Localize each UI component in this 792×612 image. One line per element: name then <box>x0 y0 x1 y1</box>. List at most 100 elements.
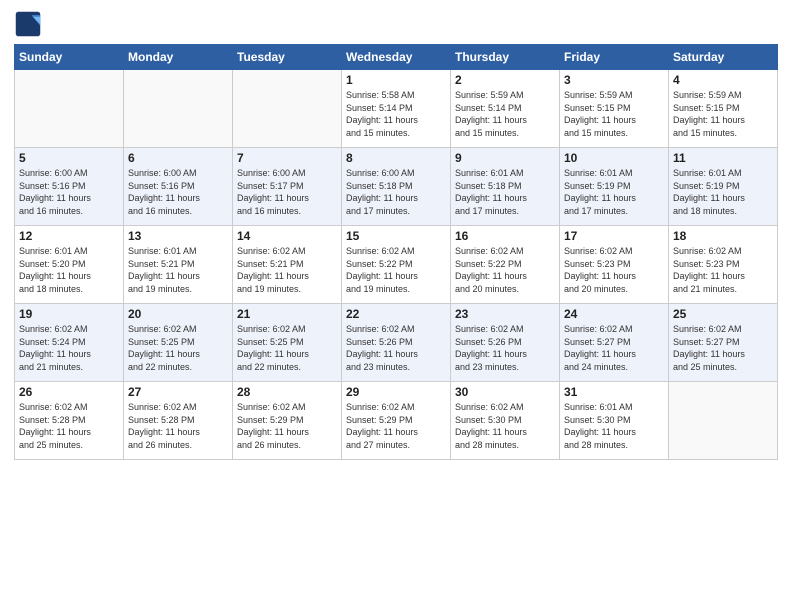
day-number: 22 <box>346 307 446 321</box>
day-info: Sunrise: 6:00 AM Sunset: 5:17 PM Dayligh… <box>237 167 337 217</box>
day-number: 2 <box>455 73 555 87</box>
day-number: 7 <box>237 151 337 165</box>
dow-sunday: Sunday <box>15 45 124 70</box>
day-number: 6 <box>128 151 228 165</box>
day-info: Sunrise: 6:00 AM Sunset: 5:16 PM Dayligh… <box>19 167 119 217</box>
calendar-cell: 7 Sunrise: 6:00 AM Sunset: 5:17 PM Daylig… <box>233 148 342 226</box>
day-info: Sunrise: 6:02 AM Sunset: 5:25 PM Dayligh… <box>128 323 228 373</box>
calendar-cell: 30 Sunrise: 6:02 AM Sunset: 5:30 PM Dayli… <box>451 382 560 460</box>
day-number: 29 <box>346 385 446 399</box>
day-info: Sunrise: 6:02 AM Sunset: 5:21 PM Dayligh… <box>237 245 337 295</box>
day-info: Sunrise: 6:02 AM Sunset: 5:27 PM Dayligh… <box>673 323 773 373</box>
day-info: Sunrise: 6:02 AM Sunset: 5:22 PM Dayligh… <box>455 245 555 295</box>
dow-thursday: Thursday <box>451 45 560 70</box>
calendar-cell: 16 Sunrise: 6:02 AM Sunset: 5:22 PM Dayli… <box>451 226 560 304</box>
day-info: Sunrise: 6:02 AM Sunset: 5:22 PM Dayligh… <box>346 245 446 295</box>
day-number: 31 <box>564 385 664 399</box>
header <box>14 10 778 38</box>
day-info: Sunrise: 6:00 AM Sunset: 5:16 PM Dayligh… <box>128 167 228 217</box>
calendar-table: SundayMondayTuesdayWednesdayThursdayFrid… <box>14 44 778 460</box>
week-row-5: 26 Sunrise: 6:02 AM Sunset: 5:28 PM Dayli… <box>15 382 778 460</box>
day-info: Sunrise: 6:02 AM Sunset: 5:29 PM Dayligh… <box>346 401 446 451</box>
day-info: Sunrise: 6:01 AM Sunset: 5:30 PM Dayligh… <box>564 401 664 451</box>
calendar-cell: 6 Sunrise: 6:00 AM Sunset: 5:16 PM Daylig… <box>124 148 233 226</box>
day-number: 28 <box>237 385 337 399</box>
day-info: Sunrise: 6:01 AM Sunset: 5:19 PM Dayligh… <box>564 167 664 217</box>
day-number: 20 <box>128 307 228 321</box>
calendar-cell: 27 Sunrise: 6:02 AM Sunset: 5:28 PM Dayli… <box>124 382 233 460</box>
calendar-cell: 24 Sunrise: 6:02 AM Sunset: 5:27 PM Dayli… <box>560 304 669 382</box>
day-number: 26 <box>19 385 119 399</box>
day-info: Sunrise: 6:00 AM Sunset: 5:18 PM Dayligh… <box>346 167 446 217</box>
calendar-cell: 19Sunrise: 6:02 AM Sunset: 5:24 PM Dayli… <box>15 304 124 382</box>
calendar-cell: 2 Sunrise: 5:59 AM Sunset: 5:14 PM Daylig… <box>451 70 560 148</box>
dow-friday: Friday <box>560 45 669 70</box>
calendar-cell: 17 Sunrise: 6:02 AM Sunset: 5:23 PM Dayli… <box>560 226 669 304</box>
calendar-cell: 22 Sunrise: 6:02 AM Sunset: 5:26 PM Dayli… <box>342 304 451 382</box>
day-info: Sunrise: 6:02 AM Sunset: 5:23 PM Dayligh… <box>564 245 664 295</box>
dow-tuesday: Tuesday <box>233 45 342 70</box>
day-number: 30 <box>455 385 555 399</box>
day-info: Sunrise: 6:01 AM Sunset: 5:18 PM Dayligh… <box>455 167 555 217</box>
day-number: 13 <box>128 229 228 243</box>
week-row-2: 5 Sunrise: 6:00 AM Sunset: 5:16 PM Daylig… <box>15 148 778 226</box>
calendar-cell: 10 Sunrise: 6:01 AM Sunset: 5:19 PM Dayli… <box>560 148 669 226</box>
day-info: Sunrise: 6:02 AM Sunset: 5:26 PM Dayligh… <box>346 323 446 373</box>
calendar-cell: 1Sunrise: 5:58 AM Sunset: 5:14 PM Daylig… <box>342 70 451 148</box>
calendar-cell: 11Sunrise: 6:01 AM Sunset: 5:19 PM Dayli… <box>669 148 778 226</box>
calendar-cell <box>669 382 778 460</box>
week-row-3: 12 Sunrise: 6:01 AM Sunset: 5:20 PM Dayli… <box>15 226 778 304</box>
day-info: Sunrise: 6:02 AM Sunset: 5:25 PM Dayligh… <box>237 323 337 373</box>
day-number: 4 <box>673 73 773 87</box>
day-info: Sunrise: 6:01 AM Sunset: 5:21 PM Dayligh… <box>128 245 228 295</box>
calendar-cell: 26 Sunrise: 6:02 AM Sunset: 5:28 PM Dayli… <box>15 382 124 460</box>
day-info: Sunrise: 6:02 AM Sunset: 5:26 PM Dayligh… <box>455 323 555 373</box>
day-number: 25 <box>673 307 773 321</box>
calendar-cell: 23 Sunrise: 6:02 AM Sunset: 5:26 PM Dayli… <box>451 304 560 382</box>
day-number: 15 <box>346 229 446 243</box>
day-number: 3 <box>564 73 664 87</box>
calendar-cell: 12 Sunrise: 6:01 AM Sunset: 5:20 PM Dayli… <box>15 226 124 304</box>
day-info: Sunrise: 6:02 AM Sunset: 5:27 PM Dayligh… <box>564 323 664 373</box>
day-info: Sunrise: 6:01 AM Sunset: 5:20 PM Dayligh… <box>19 245 119 295</box>
calendar-cell <box>124 70 233 148</box>
day-number: 5 <box>19 151 119 165</box>
day-number: 17 <box>564 229 664 243</box>
calendar-cell: 13 Sunrise: 6:01 AM Sunset: 5:21 PM Dayli… <box>124 226 233 304</box>
day-number: 21 <box>237 307 337 321</box>
calendar-cell <box>15 70 124 148</box>
calendar-cell: 29 Sunrise: 6:02 AM Sunset: 5:29 PM Dayli… <box>342 382 451 460</box>
calendar-cell: 20 Sunrise: 6:02 AM Sunset: 5:25 PM Dayli… <box>124 304 233 382</box>
calendar-cell <box>233 70 342 148</box>
day-info: Sunrise: 6:02 AM Sunset: 5:30 PM Dayligh… <box>455 401 555 451</box>
logo-icon <box>14 10 42 38</box>
day-number: 23 <box>455 307 555 321</box>
week-row-4: 19Sunrise: 6:02 AM Sunset: 5:24 PM Dayli… <box>15 304 778 382</box>
calendar-cell: 4Sunrise: 5:59 AM Sunset: 5:15 PM Daylig… <box>669 70 778 148</box>
dow-wednesday: Wednesday <box>342 45 451 70</box>
calendar-cell: 21 Sunrise: 6:02 AM Sunset: 5:25 PM Dayli… <box>233 304 342 382</box>
calendar-cell: 3Sunrise: 5:59 AM Sunset: 5:15 PM Daylig… <box>560 70 669 148</box>
day-number: 10 <box>564 151 664 165</box>
calendar-cell: 28 Sunrise: 6:02 AM Sunset: 5:29 PM Dayli… <box>233 382 342 460</box>
dow-monday: Monday <box>124 45 233 70</box>
calendar-cell: 5 Sunrise: 6:00 AM Sunset: 5:16 PM Daylig… <box>15 148 124 226</box>
calendar-cell: 15 Sunrise: 6:02 AM Sunset: 5:22 PM Dayli… <box>342 226 451 304</box>
day-number: 8 <box>346 151 446 165</box>
days-of-week-row: SundayMondayTuesdayWednesdayThursdayFrid… <box>15 45 778 70</box>
calendar-cell: 14Sunrise: 6:02 AM Sunset: 5:21 PM Dayli… <box>233 226 342 304</box>
calendar-cell: 9Sunrise: 6:01 AM Sunset: 5:18 PM Daylig… <box>451 148 560 226</box>
day-info: Sunrise: 6:02 AM Sunset: 5:28 PM Dayligh… <box>19 401 119 451</box>
calendar-cell: 25 Sunrise: 6:02 AM Sunset: 5:27 PM Dayli… <box>669 304 778 382</box>
day-info: Sunrise: 6:02 AM Sunset: 5:29 PM Dayligh… <box>237 401 337 451</box>
day-number: 12 <box>19 229 119 243</box>
dow-saturday: Saturday <box>669 45 778 70</box>
calendar-cell: 31 Sunrise: 6:01 AM Sunset: 5:30 PM Dayli… <box>560 382 669 460</box>
day-info: Sunrise: 5:59 AM Sunset: 5:14 PM Dayligh… <box>455 89 555 139</box>
day-number: 24 <box>564 307 664 321</box>
day-number: 27 <box>128 385 228 399</box>
day-number: 16 <box>455 229 555 243</box>
page-container: SundayMondayTuesdayWednesdayThursdayFrid… <box>0 0 792 612</box>
day-info: Sunrise: 6:02 AM Sunset: 5:23 PM Dayligh… <box>673 245 773 295</box>
day-info: Sunrise: 6:02 AM Sunset: 5:28 PM Dayligh… <box>128 401 228 451</box>
